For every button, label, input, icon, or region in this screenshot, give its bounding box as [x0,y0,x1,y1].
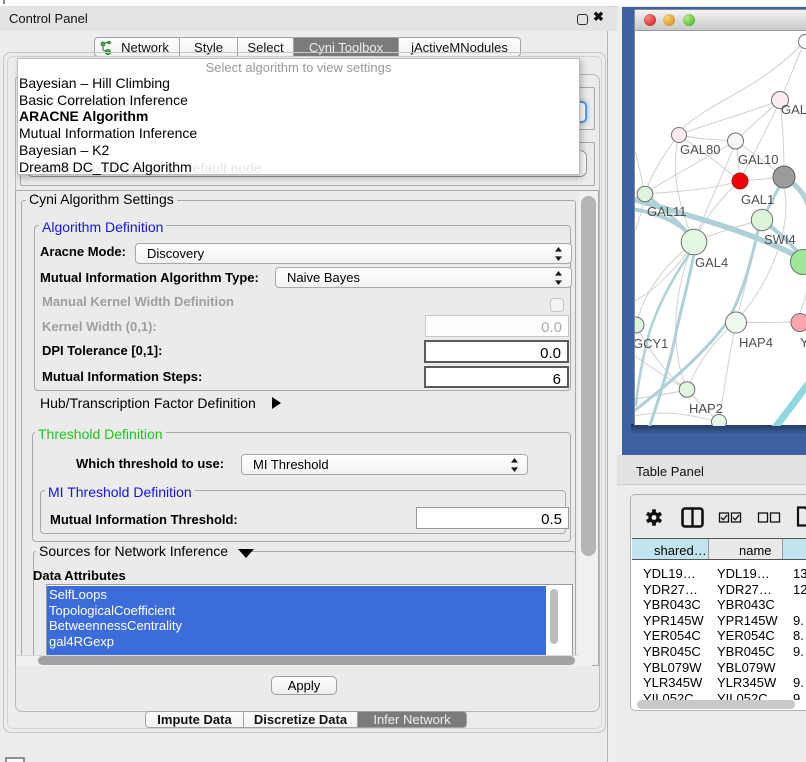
svg-text:GAL80: GAL80 [680,142,720,157]
svg-text:HAP4: HAP4 [739,335,773,350]
svg-text:Y: Y [800,335,806,350]
svg-text:GCY1: GCY1 [635,336,668,351]
svg-text:GAL: GAL [781,102,806,117]
svg-text:HAP2: HAP2 [689,401,723,416]
svg-text:GAL11: GAL11 [647,204,687,219]
svg-text:GAL4: GAL4 [695,255,728,270]
svg-text:GAL10: GAL10 [738,152,778,167]
svg-text:GAL1: GAL1 [741,192,774,207]
svg-text:SWI4: SWI4 [764,232,796,247]
